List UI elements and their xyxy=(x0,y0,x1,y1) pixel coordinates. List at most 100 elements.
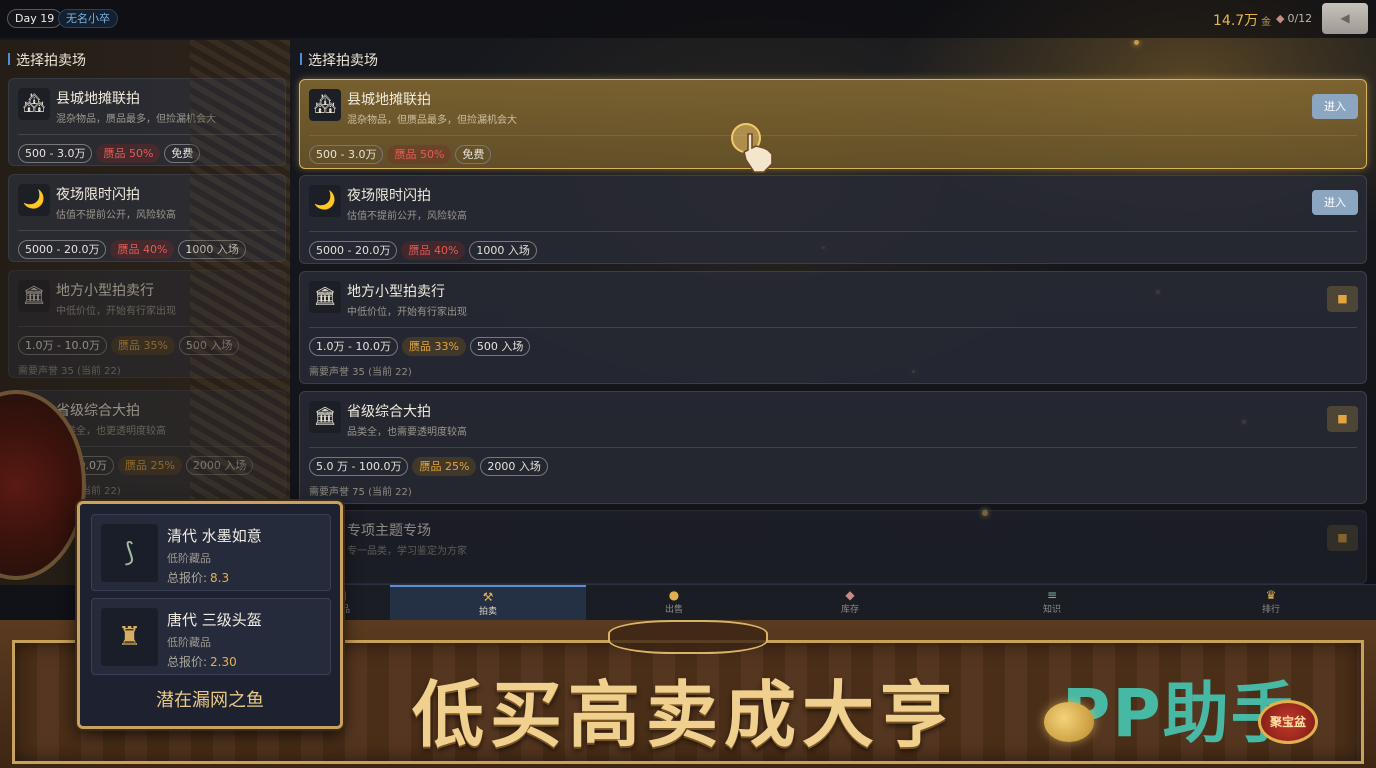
left-venue-card-local[interactable]: 🏛 地方小型拍卖行 中低价位，开始有行家出现 1.0万 - 10.0万 赝品 35… xyxy=(8,270,286,378)
divider xyxy=(309,231,1357,232)
divider xyxy=(309,327,1357,328)
ruyi-scepter-icon: ⟆ xyxy=(101,524,158,582)
tab-knowledge[interactable]: ≡ 知识 xyxy=(938,585,1166,623)
price-value: 8.3 xyxy=(210,571,230,585)
venue-card-local[interactable]: 🏛 地方小型拍卖行 中低价位，开始有行家出现 1.0万 - 10.0万 赝品 33… xyxy=(299,271,1367,384)
venue-name: 地方小型拍卖行 xyxy=(56,283,154,299)
market-stall-icon: 🏘 xyxy=(309,89,341,121)
item-name: 清代 水墨如意 xyxy=(167,527,262,545)
venue-name: 省级综合大拍 xyxy=(56,403,140,419)
bottom-tab-bar: ▤藏品 ⚒拍卖 ●出售 ◆库存 ≡知识 ♛排行 xyxy=(292,584,1376,623)
entry-fee-tag: 1000 入场 xyxy=(469,241,537,260)
tab-ranking[interactable]: ♛ 排行 xyxy=(1166,585,1376,623)
venue-tags: 5.0 万 - 100.0万 赝品 25% 2000 入场 xyxy=(309,455,552,476)
enter-button[interactable]: 进入 xyxy=(1312,94,1358,119)
day-counter: Day 19 xyxy=(7,9,63,28)
venue-card-county[interactable]: 🏘 县城地摊联拍 混杂物品，但赝品最多，但捡漏机会大 500 - 3.0万 赝品 … xyxy=(299,79,1367,169)
entry-fee-tag: 免费 xyxy=(164,144,201,163)
entry-fee-tag: 免费 xyxy=(455,145,492,164)
venue-name: 夜场限时闪拍 xyxy=(56,187,140,203)
divider xyxy=(18,326,276,327)
gold-coins-icon xyxy=(1044,702,1094,742)
venue-tags: 500 - 3.0万 赝品 50% 免费 xyxy=(309,143,495,164)
venue-card-province[interactable]: 🏛 省级综合大拍 品类全，也需要透明度较高 5.0 万 - 100.0万 赝品 2… xyxy=(299,391,1367,504)
venue-desc: 混杂物品，但赝品最多，但捡漏机会大 xyxy=(347,115,517,126)
reputation-requirement: 需要声誉 35 (当前 22) xyxy=(18,366,121,377)
left-venue-card-county[interactable]: 🏘 县城地摊联拍 混杂物品，赝品最多，但捡漏机会大 500 - 3.0万 赝品 5… xyxy=(8,78,286,166)
item-price: 总报价: 2.30 xyxy=(167,653,237,670)
price-range-tag: 500 - 3.0万 xyxy=(309,145,384,164)
books-icon: ≡ xyxy=(1046,588,1058,602)
sparkle xyxy=(1134,40,1139,45)
item-grade: 低阶藏品 xyxy=(167,636,211,649)
venue-desc: 估值不提前公开，风险较高 xyxy=(56,210,176,221)
venue-tags: 1.0万 - 10.0万 赝品 35% 500 入场 xyxy=(18,334,243,355)
right-panel-title: 选择拍卖场 xyxy=(300,50,378,70)
hammer-icon: ⚒ xyxy=(482,590,494,604)
tab-label: 拍卖 xyxy=(478,607,497,617)
lock-icon: ■ xyxy=(1327,406,1358,432)
lock-icon: ■ xyxy=(1327,525,1358,551)
price-label: 总报价: xyxy=(167,655,208,669)
fake-rate-tag: 赝品 50% xyxy=(387,145,452,164)
tab-label: 知识 xyxy=(1042,605,1061,615)
lock-icon: ■ xyxy=(1327,286,1358,312)
top-bar: Day 19 无名小卒 14.7万金 ◆ 0/12 ◀ xyxy=(0,0,1376,38)
hidden-gem-popup: ⟆ 清代 水墨如意 低阶藏品 总报价: 8.3 ♜ 唐代 三级头盔 低阶藏品 总报… xyxy=(77,501,343,729)
tab-inventory[interactable]: ◆ 库存 xyxy=(762,585,938,623)
venue-card-night[interactable]: 🌙 夜场限时闪拍 估值不提前公开，风险较高 5000 - 20.0万 赝品 40%… xyxy=(299,175,1367,264)
price-range-tag: 5000 - 20.0万 xyxy=(18,240,107,259)
venue-name: 地方小型拍卖行 xyxy=(347,284,445,300)
moon-icon: 🌙 xyxy=(18,184,50,216)
venue-tags: 1.0万 - 10.0万 赝品 33% 500 入场 xyxy=(309,335,534,356)
divider xyxy=(309,447,1357,448)
venue-desc: 品类全，也需要透明度较高 xyxy=(347,427,467,438)
reputation-requirement: 需要声誉 35 (当前 22) xyxy=(309,367,412,378)
trophy-icon: ♛ xyxy=(1265,588,1277,602)
speaker-icon: ◀ xyxy=(1340,11,1350,25)
venue-name: 县城地摊联拍 xyxy=(56,91,140,107)
fake-rate-tag: 赝品 35% xyxy=(110,336,175,355)
item-card[interactable]: ♜ 唐代 三级头盔 低阶藏品 总报价: 2.30 xyxy=(91,598,331,675)
market-stall-icon: 🏘 xyxy=(18,88,50,120)
tab-sell[interactable]: ● 出售 xyxy=(586,585,762,623)
venue-desc: 专一品类，学习鉴定为方家 xyxy=(347,546,467,557)
tap-hand-pointer-icon xyxy=(731,123,773,173)
popup-footer: 潜在漏网之鱼 xyxy=(156,690,264,711)
speaker-button[interactable]: ◀ xyxy=(1322,3,1368,34)
gem-icon: ◆ xyxy=(1276,12,1285,25)
left-venue-card-night[interactable]: 🌙 夜场限时闪拍 估值不提前公开，风险较高 5000 - 20.0万 赝品 40%… xyxy=(8,174,286,262)
fake-rate-tag: 赝品 25% xyxy=(412,457,477,476)
bank-building-icon: 🏛 xyxy=(309,401,341,433)
venue-desc: 中低价位，开始有行家出现 xyxy=(347,307,467,318)
player-name-badge: 无名小卒 xyxy=(58,9,118,28)
tab-label: 排行 xyxy=(1261,605,1280,615)
venue-name: 专项主题专场 xyxy=(347,523,431,539)
fake-rate-tag: 赝品 33% xyxy=(401,337,466,356)
gold-unit: 金 xyxy=(1261,17,1272,28)
entry-fee-tag: 2000 入场 xyxy=(480,457,548,476)
enter-button[interactable]: 进入 xyxy=(1312,190,1358,215)
gold-balance: 14.7万金 xyxy=(1213,10,1271,30)
venue-name: 县城地摊联拍 xyxy=(347,92,431,108)
entry-fee-tag: 500 入场 xyxy=(178,336,240,355)
item-price: 总报价: 8.3 xyxy=(167,569,229,586)
divider xyxy=(18,230,276,231)
treasure-bowl-seal: 聚宝盆 xyxy=(1258,700,1318,744)
venue-tags: 500 - 3.0万 赝品 50% 免费 xyxy=(18,142,204,163)
left-panel-title: 选择拍卖场 xyxy=(8,50,86,70)
venue-card-themed[interactable]: 专项主题专场 专一品类，学习鉴定为方家 ■ xyxy=(299,510,1367,584)
price-range-tag: 1.0万 - 10.0万 xyxy=(309,337,398,356)
item-card[interactable]: ⟆ 清代 水墨如意 低阶藏品 总报价: 8.3 xyxy=(91,514,331,591)
price-range-tag: 5000 - 20.0万 xyxy=(309,241,398,260)
price-range-tag: 1.0万 - 10.0万 xyxy=(18,336,107,355)
price-label: 总报价: xyxy=(167,571,208,585)
price-range-tag: 500 - 3.0万 xyxy=(18,144,93,163)
venue-tags: 5000 - 20.0万 赝品 40% 1000 入场 xyxy=(309,239,541,260)
venue-desc: 估值不提前公开，风险较高 xyxy=(347,211,467,222)
venue-name: 省级综合大拍 xyxy=(347,404,431,420)
inventory-capacity: ◆ 0/12 xyxy=(1276,12,1312,25)
bank-building-icon: 🏛 xyxy=(18,280,50,312)
divider xyxy=(18,134,276,135)
tab-auction[interactable]: ⚒ 拍卖 xyxy=(390,585,586,623)
